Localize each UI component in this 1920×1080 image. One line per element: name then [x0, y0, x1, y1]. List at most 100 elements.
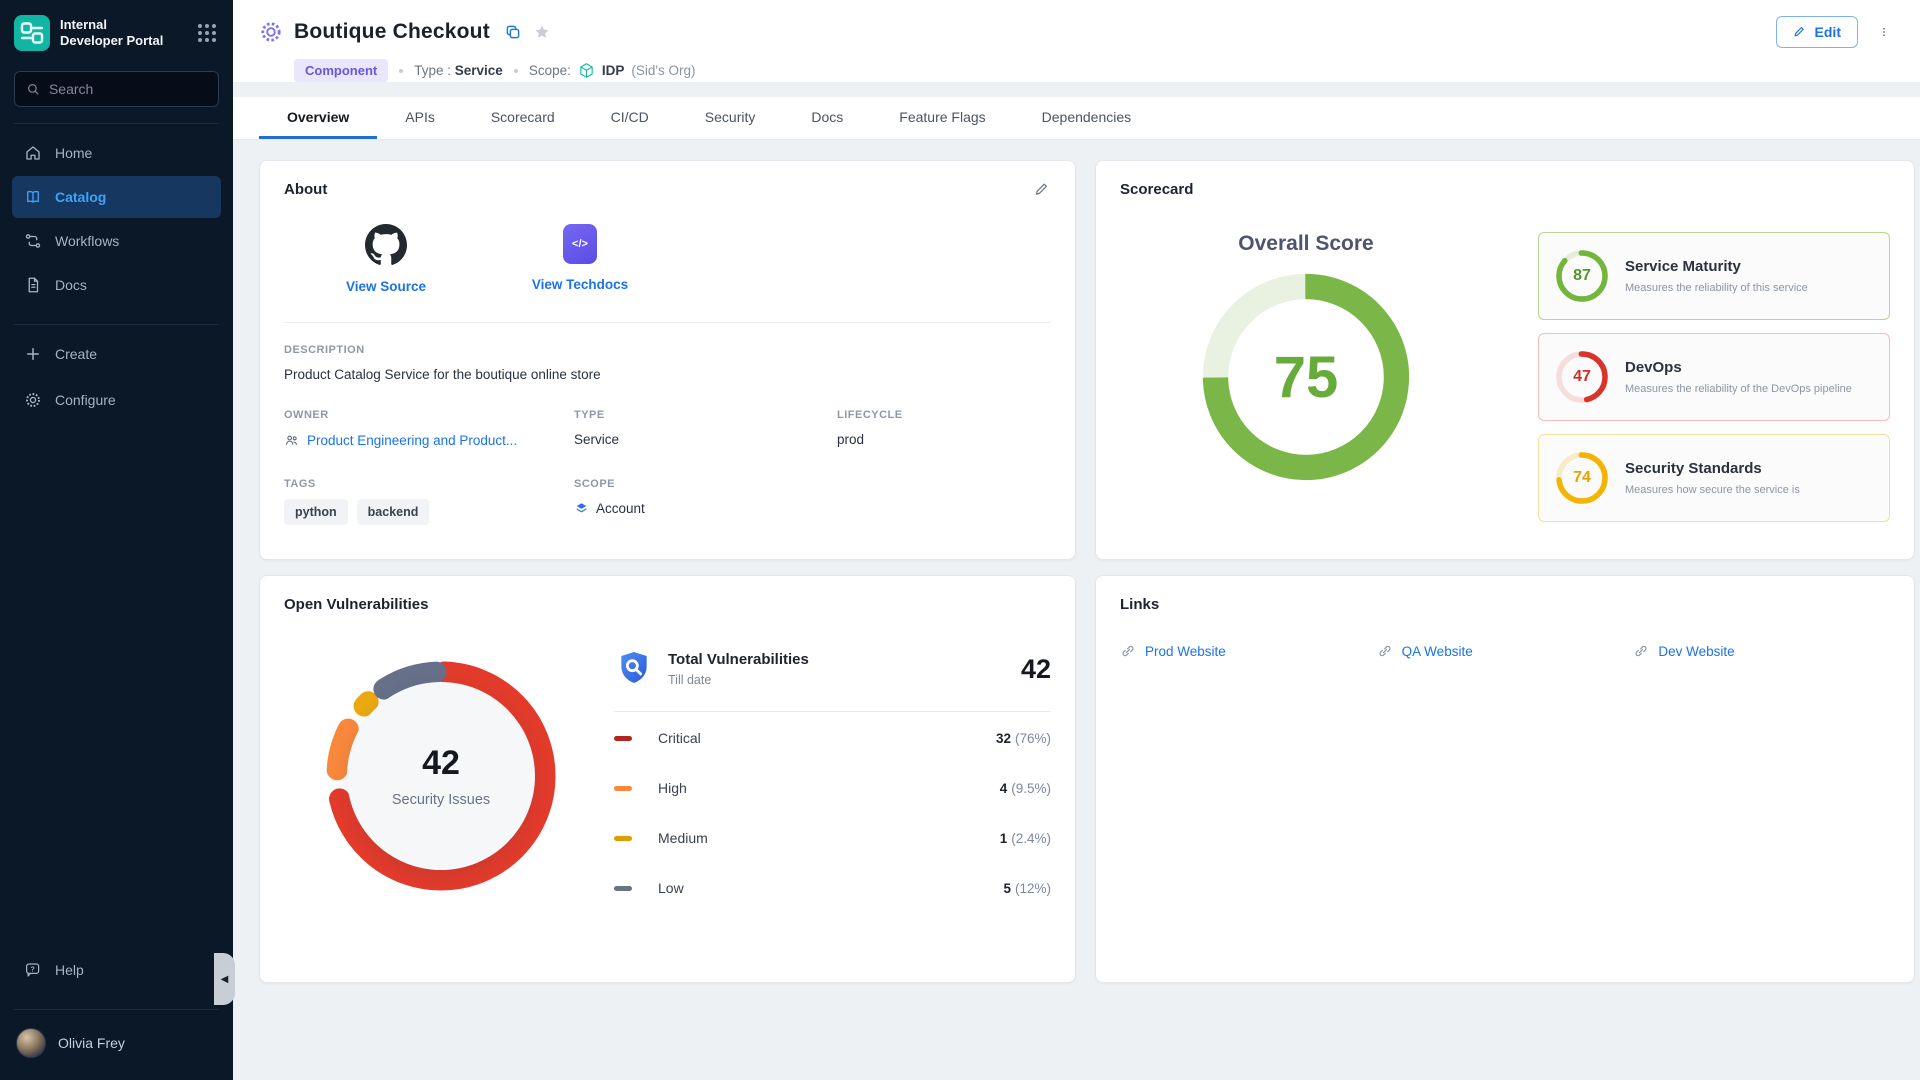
page-header: Boutique Checkout Edit [233, 0, 1920, 82]
home-icon [24, 144, 42, 162]
view-techdocs-link[interactable]: </> View Techdocs [516, 224, 644, 294]
score-name: Security Standards [1625, 460, 1800, 477]
sidebar-divider [14, 324, 219, 325]
score-name: Service Maturity [1625, 258, 1808, 275]
user-menu[interactable]: Olivia Frey [0, 1016, 233, 1080]
score-value: 47 [1554, 349, 1610, 405]
link-dev-website[interactable]: Dev Website [1633, 643, 1890, 659]
link-prod-website[interactable]: Prod Website [1120, 643, 1377, 659]
sidebar-divider [14, 1009, 219, 1010]
description-value: Product Catalog Service for the boutique… [284, 367, 1051, 382]
brand: Internal Developer Portal [0, 0, 233, 61]
sidebar-item-workflows[interactable]: Workflows [12, 220, 221, 262]
score-value: 74 [1554, 450, 1610, 506]
score-value: 87 [1554, 248, 1610, 304]
docs-icon [24, 276, 42, 294]
github-icon [365, 224, 407, 266]
score-name: DevOps [1625, 359, 1852, 376]
type-value: Service [574, 432, 837, 447]
vulnerabilities-title: Open Vulnerabilities [284, 596, 428, 613]
tab-cicd[interactable]: CI/CD [583, 97, 677, 139]
copy-icon[interactable] [504, 23, 522, 41]
entity-kind-badge: Component [294, 59, 388, 82]
tab-dependencies[interactable]: Dependencies [1014, 97, 1160, 139]
type-label: TYPE [574, 409, 837, 421]
total-vulnerabilities-count: 42 [1021, 654, 1051, 685]
overall-score-value: 75 [1199, 270, 1413, 484]
help-icon: ? [24, 961, 42, 979]
severity-row-medium: Medium 1(2.4%) [614, 814, 1051, 862]
tab-security[interactable]: Security [677, 97, 784, 139]
owner-link[interactable]: Product Engineering and Product... [284, 432, 574, 448]
sidebar-item-label: Catalog [55, 189, 106, 205]
tab-apis[interactable]: APIs [377, 97, 463, 139]
sidebar-item-help[interactable]: ? Help [12, 949, 221, 991]
gear-icon [24, 391, 42, 409]
scorecard-item-devops[interactable]: 47 DevOps Measures the reliability of th… [1538, 333, 1890, 421]
sidebar-item-label: Docs [55, 277, 87, 293]
sidebar-item-label: Help [55, 962, 84, 978]
tab-overview[interactable]: Overview [259, 97, 377, 139]
link-icon [1377, 643, 1393, 659]
sidebar-item-home[interactable]: Home [12, 132, 221, 174]
sidebar-item-label: Workflows [55, 233, 119, 249]
high-dash-icon [614, 786, 632, 791]
tag-chip[interactable]: python [284, 499, 348, 525]
plus-icon [24, 345, 42, 363]
severity-row-critical: Critical 32(76%) [614, 714, 1051, 762]
app-switcher-icon[interactable] [195, 21, 219, 45]
security-issues-label: Security Issues [392, 792, 490, 808]
main-content: Boutique Checkout Edit [233, 0, 1920, 1080]
sidebar-item-label: Configure [55, 392, 116, 408]
sidebar-item-configure[interactable]: Configure [12, 379, 221, 421]
score-desc: Measures the reliability of the DevOps p… [1625, 383, 1852, 395]
scorecard-card: Scorecard Overall Score 75 [1095, 160, 1915, 560]
sidebar-item-create[interactable]: Create [12, 333, 221, 375]
link-qa-website[interactable]: QA Website [1377, 643, 1634, 659]
description-label: DESCRIPTION [284, 344, 1051, 356]
account-icon [574, 501, 589, 516]
tab-feature-flags[interactable]: Feature Flags [871, 97, 1013, 139]
tags-label: TAGS [284, 478, 574, 490]
entity-meta: Component Type : Service Scope: IDP (Sid… [294, 59, 1894, 82]
sidebar-item-docs[interactable]: Docs [12, 264, 221, 306]
total-vulnerabilities-sub: Till date [668, 673, 809, 687]
tab-scorecard[interactable]: Scorecard [463, 97, 583, 139]
sidebar-collapse-handle[interactable]: ◀ [214, 953, 235, 1005]
sidebar-item-catalog[interactable]: Catalog [12, 176, 221, 218]
sidebar-item-label: Create [55, 346, 97, 362]
search-input[interactable] [49, 81, 207, 97]
tab-bar: Overview APIs Scorecard CI/CD Security D… [233, 97, 1920, 140]
scope-label: SCOPE [574, 478, 837, 490]
about-title: About [284, 181, 327, 198]
shield-scan-icon [614, 649, 654, 689]
scope-org: (Sid's Org) [631, 63, 695, 78]
sidebar: Internal Developer Portal Home Catalog [0, 0, 233, 1080]
vulnerabilities-donut: 42 Security Issues [316, 651, 566, 901]
edit-about-icon[interactable] [1034, 181, 1051, 198]
lifecycle-value: prod [837, 432, 1051, 447]
search-icon [26, 81, 40, 97]
edit-button[interactable]: Edit [1776, 16, 1858, 48]
techdocs-icon: </> [563, 224, 597, 264]
sidebar-nav: Home Catalog Workflows Docs [0, 130, 233, 308]
tag-chip[interactable]: backend [357, 499, 430, 525]
tab-docs[interactable]: Docs [783, 97, 871, 139]
star-icon[interactable] [533, 23, 551, 41]
about-card: About View Source </> View Techdocs [259, 160, 1076, 560]
severity-row-low: Low 5(12%) [614, 864, 1051, 912]
scorecard-item-security-standards[interactable]: 74 Security Standards Measures how secur… [1538, 434, 1890, 522]
sidebar-divider [14, 123, 219, 124]
kebab-menu-icon[interactable] [1874, 22, 1894, 42]
score-desc: Measures how secure the service is [1625, 484, 1800, 496]
score-desc: Measures the reliability of this service [1625, 282, 1808, 294]
svg-text:?: ? [30, 965, 34, 973]
link-icon [1120, 643, 1136, 659]
sidebar-search[interactable] [14, 71, 219, 107]
team-icon [284, 432, 300, 448]
brand-name: Internal Developer Portal [60, 17, 163, 48]
owner-label: OWNER [284, 409, 574, 421]
scorecard-item-service-maturity[interactable]: 87 Service Maturity Measures the reliabi… [1538, 232, 1890, 320]
critical-dash-icon [614, 736, 632, 741]
view-source-link[interactable]: View Source [322, 224, 450, 294]
